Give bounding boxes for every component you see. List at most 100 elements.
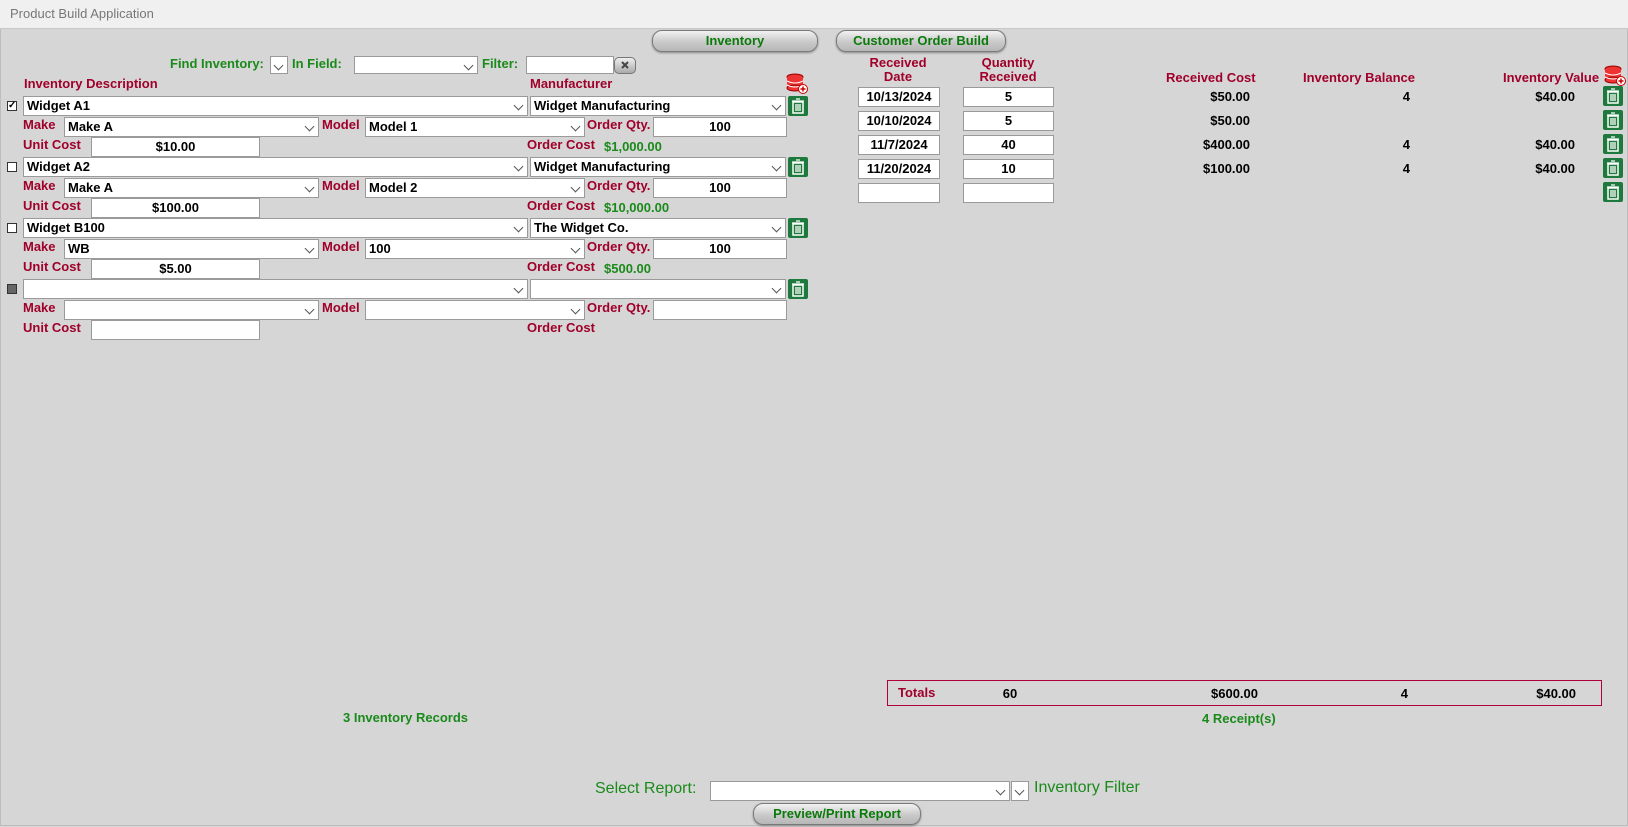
record-manufacturer-select[interactable]: Widget Manufacturing: [530, 96, 786, 116]
make-label: Make: [23, 239, 56, 254]
inventory-filter-label: Inventory Filter: [1034, 779, 1140, 796]
record-order-qty-input[interactable]: [653, 300, 787, 320]
record-model-select[interactable]: [365, 300, 585, 320]
inventory-record-count: 3 Inventory Records: [343, 710, 468, 725]
record-order-cost: $1,000.00: [604, 139, 662, 154]
record-order-qty-input[interactable]: 100: [653, 117, 787, 137]
record-select-checkbox[interactable]: [7, 223, 17, 233]
model-label: Model: [322, 239, 360, 254]
record-make-select[interactable]: Make A: [64, 117, 319, 137]
record-model-select[interactable]: 100: [365, 239, 585, 259]
chevron-down-icon: [769, 158, 785, 176]
filter-label: Filter:: [482, 56, 519, 71]
trash-icon: [1607, 184, 1619, 200]
in-field-select[interactable]: [354, 56, 478, 74]
chevron-down-icon: [302, 240, 318, 258]
record-manufacturer-select[interactable]: The Widget Co.: [530, 218, 786, 238]
trash-icon: [792, 220, 804, 236]
record-model-select[interactable]: Model 1: [365, 117, 585, 137]
add-inventory-button[interactable]: [786, 72, 808, 94]
delete-receipt-button[interactable]: [1603, 86, 1623, 106]
inventory-tab-button[interactable]: Inventory: [652, 30, 818, 52]
add-receipt-button[interactable]: [1604, 64, 1626, 86]
totals-label: Totals: [898, 685, 936, 700]
record-manufacturer-select[interactable]: Widget Manufacturing: [530, 157, 786, 177]
receipt-date-input[interactable]: 10/13/2024: [858, 87, 940, 107]
record-model-select[interactable]: Model 2: [365, 178, 585, 198]
trash-icon: [1607, 112, 1619, 128]
record-make-select[interactable]: Make A: [64, 178, 319, 198]
record-description-select[interactable]: Widget A1: [23, 96, 528, 116]
trash-icon: [792, 159, 804, 175]
delete-receipt-button[interactable]: [1603, 158, 1623, 178]
customer-order-build-button[interactable]: Customer Order Build: [836, 30, 1006, 52]
receipt-qty-input[interactable]: 10: [963, 159, 1054, 179]
chevron-down-icon: [568, 301, 584, 319]
receipt-qty-input[interactable]: 40: [963, 135, 1054, 155]
chevron-down-icon: [302, 301, 318, 319]
receipt-count: 4 Receipt(s): [1202, 711, 1276, 726]
delete-record-button[interactable]: [788, 218, 808, 238]
received-date-header: Received Date: [869, 55, 927, 84]
record-select-checkbox[interactable]: ✓: [7, 101, 17, 111]
record-make-select[interactable]: WB: [64, 239, 319, 259]
record-description-select[interactable]: Widget A2: [23, 157, 528, 177]
order-qty-label: Order Qty.: [587, 117, 651, 132]
totals-row: Totals 60 $600.00 4 $40.00: [887, 680, 1602, 706]
trash-icon: [1607, 136, 1619, 152]
chevron-down-icon: [302, 179, 318, 197]
record-manufacturer-select[interactable]: [530, 279, 786, 299]
delete-receipt-button[interactable]: [1603, 182, 1623, 202]
record-select-checkbox[interactable]: [7, 284, 17, 294]
record-unit-cost-input[interactable]: $5.00: [91, 259, 260, 279]
received-cost-header: Received Cost: [1166, 70, 1256, 85]
delete-record-button[interactable]: [788, 96, 808, 116]
record-make-select[interactable]: [64, 300, 319, 320]
chevron-down-icon: [511, 219, 527, 237]
receipt-date-input[interactable]: 11/7/2024: [858, 135, 940, 155]
record-description-select[interactable]: Widget B100: [23, 218, 528, 238]
delete-record-button[interactable]: [788, 157, 808, 177]
chevron-down-icon: [511, 97, 527, 115]
preview-print-report-button[interactable]: Preview/Print Report: [753, 803, 921, 825]
record-order-qty-input[interactable]: 100: [653, 178, 787, 198]
select-report-dropdown[interactable]: [710, 781, 1010, 801]
trash-icon: [792, 281, 804, 297]
trash-icon: [1607, 160, 1619, 176]
record-unit-cost-input[interactable]: $100.00: [91, 198, 260, 218]
receipt-cost: $400.00: [1203, 137, 1250, 152]
clear-filter-icon: [621, 61, 629, 69]
receipt-date-input[interactable]: 10/10/2024: [858, 111, 940, 131]
receipt-date-input[interactable]: [858, 183, 940, 203]
record-description-select[interactable]: [23, 279, 528, 299]
receipt-cost: $50.00: [1210, 113, 1250, 128]
make-label: Make: [23, 117, 56, 132]
delete-receipt-button[interactable]: [1603, 134, 1623, 154]
make-label: Make: [23, 300, 56, 315]
record-select-checkbox[interactable]: [7, 162, 17, 172]
receipt-date-input[interactable]: 11/20/2024: [858, 159, 940, 179]
find-inventory-dropdown[interactable]: [270, 56, 288, 74]
record-unit-cost-input[interactable]: $10.00: [91, 137, 260, 157]
unit-cost-label: Unit Cost: [23, 198, 81, 213]
inventory-description-header: Inventory Description: [24, 76, 158, 91]
delete-receipt-button[interactable]: [1603, 110, 1623, 130]
record-unit-cost-input[interactable]: [91, 320, 260, 340]
receipt-qty-input[interactable]: [963, 183, 1054, 203]
model-label: Model: [322, 178, 360, 193]
record-order-qty-input[interactable]: 100: [653, 239, 787, 259]
delete-record-button[interactable]: [788, 279, 808, 299]
order-cost-label: Order Cost: [527, 198, 595, 213]
receipt-balance: 4: [1402, 161, 1410, 176]
inventory-balance-header: Inventory Balance: [1303, 70, 1415, 85]
receipt-qty-input[interactable]: 5: [963, 87, 1054, 107]
clear-filter-button[interactable]: [614, 57, 636, 74]
inventory-filter-dropdown[interactable]: [1011, 781, 1029, 801]
chevron-down-icon: [993, 782, 1009, 800]
quantity-received-header: Quantity Received: [979, 55, 1037, 84]
totals-cost: $600.00: [1211, 686, 1258, 701]
receipt-qty-input[interactable]: 5: [963, 111, 1054, 131]
filter-input[interactable]: [526, 56, 614, 74]
order-qty-label: Order Qty.: [587, 239, 651, 254]
chevron-down-icon: [302, 118, 318, 136]
